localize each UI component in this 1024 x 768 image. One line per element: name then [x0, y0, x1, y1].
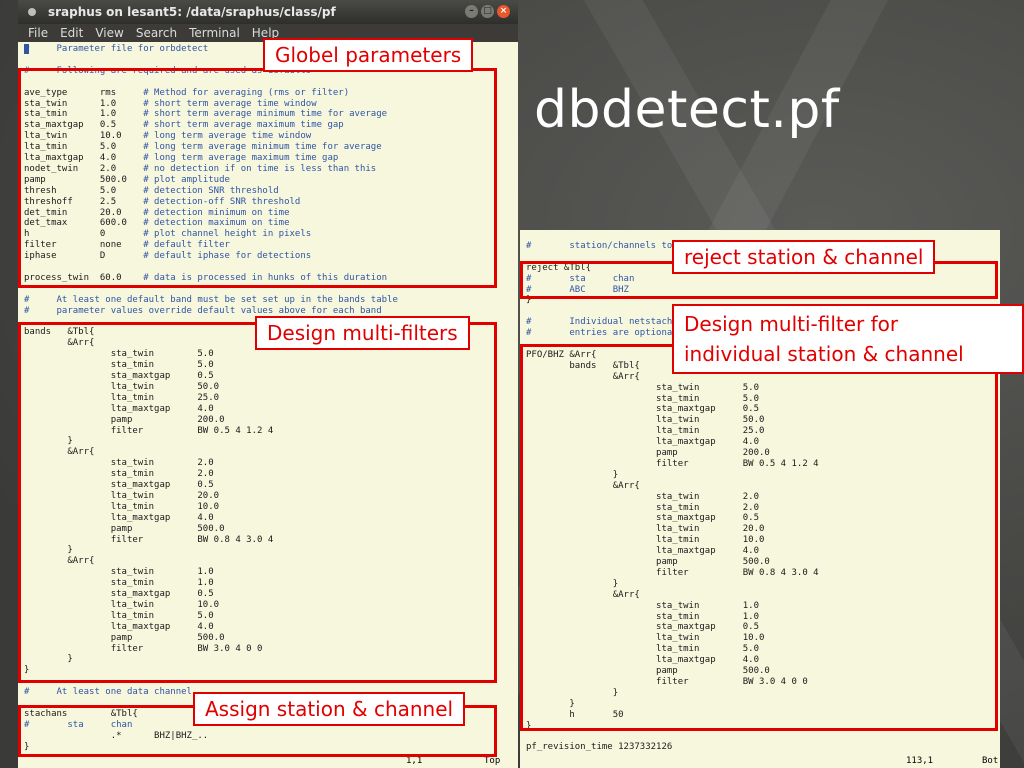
slide-title: dbdetect.pf: [534, 80, 840, 140]
assign-label: Assign station & channel: [193, 692, 466, 726]
code-comment: entries are optional: [531, 328, 678, 339]
code-comment: Individual netstachans: [531, 317, 689, 328]
code-line: # At least one data channel: [24, 687, 192, 698]
maximize-icon[interactable]: □: [481, 5, 494, 18]
multi-filter-box: [18, 322, 497, 683]
multi-filter-label: Design multi-filters: [255, 316, 470, 350]
window-titlebar[interactable]: sraphus on lesant5: /data/sraphus/class/…: [18, 0, 518, 24]
menu-edit[interactable]: Edit: [60, 26, 83, 40]
individual-label-line1: Design multi-filter for: [684, 312, 899, 336]
code-line: # At least one default band must be set …: [24, 295, 398, 306]
code-comment: parameter values override default values…: [29, 305, 382, 316]
menu-view[interactable]: View: [95, 26, 123, 40]
reject-label: reject station & channel: [672, 240, 936, 274]
cursor-position-2: 113,1: [906, 756, 934, 766]
code-line: pf_revision_time 1237332126: [526, 742, 672, 753]
scroll-position-2: Bot: [982, 756, 999, 766]
window-title: sraphus on lesant5: /data/sraphus/class/…: [48, 5, 336, 19]
editor-statusbar-2: 113,1 Bot: [520, 756, 1000, 768]
window-menu-icon[interactable]: [28, 8, 36, 16]
menu-search[interactable]: Search: [136, 26, 177, 40]
editor-statusbar: 1,1 Top: [18, 756, 518, 768]
code-comment: At least one data channel: [29, 687, 192, 698]
code-line: # Individual netstachans: [526, 317, 689, 328]
minimize-icon[interactable]: –: [465, 5, 478, 18]
code-text: pf_revision_time 1237332126: [526, 742, 673, 753]
menu-file[interactable]: File: [28, 26, 48, 40]
code-comment: Parameter file for orbdetect: [29, 44, 209, 54]
code-line: # Parameter file for orbdetect: [24, 44, 208, 55]
code-line: # entries are optional: [526, 328, 678, 339]
individual-label-line2: individual station & channel: [684, 342, 964, 366]
scroll-position: Top: [484, 756, 501, 766]
close-icon[interactable]: ×: [497, 5, 510, 18]
menu-terminal[interactable]: Terminal: [189, 26, 240, 40]
code-comment: At least one default band must be set se…: [29, 294, 398, 305]
code-line: # parameter values override default valu…: [24, 306, 382, 317]
globel-params-box: [18, 68, 497, 288]
individual-label: Design multi-filter for individual stati…: [672, 304, 1024, 374]
globel-params-label: Globel parameters: [263, 38, 474, 72]
cursor-position: 1,1: [406, 756, 423, 766]
individual-box: [520, 344, 998, 731]
